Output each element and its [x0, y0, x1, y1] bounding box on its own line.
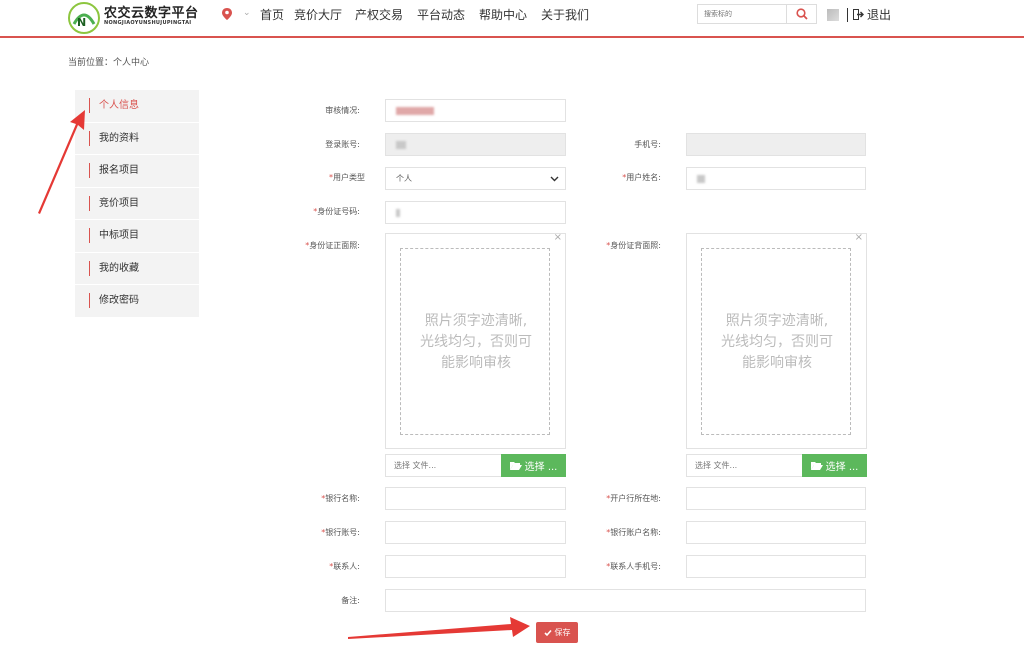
- search-button[interactable]: [786, 5, 816, 23]
- chevron-down-icon: [550, 176, 559, 182]
- sidebar-item-won-projects[interactable]: 中标项目: [75, 220, 199, 253]
- nav-platform-news[interactable]: 平台动态: [417, 6, 465, 23]
- choose-file-button[interactable]: 选择 ...: [501, 454, 566, 477]
- avatar[interactable]: [827, 9, 839, 21]
- close-icon[interactable]: ×: [554, 232, 562, 243]
- user-name-value: [697, 174, 705, 183]
- remark-input[interactable]: [385, 589, 866, 612]
- id-back-dropzone[interactable]: 照片须字迹清晰, 光线均匀，否则可 能影响审核: [701, 248, 851, 435]
- phone-field: [686, 133, 866, 156]
- login-account-label: 登录账号:: [325, 140, 360, 149]
- id-back-file-field: 选择 文件... 选择 ...: [686, 454, 867, 477]
- file-placeholder: 选择 文件...: [695, 461, 738, 470]
- login-account-field: [385, 133, 566, 156]
- sidebar: 个人信息 我的资料 报名项目 竞价项目 中标项目 我的收藏 修改密码: [75, 90, 199, 318]
- contact-label: *联系人:: [329, 562, 360, 571]
- user-type-value: 个人: [396, 174, 412, 183]
- contact-phone-input[interactable]: [686, 555, 866, 578]
- id-number-label: *身份证号码:: [313, 207, 360, 216]
- upload-hint: 照片须字迹清晰, 光线均匀，否则可 能影响审核: [420, 313, 532, 371]
- search-icon: [795, 8, 808, 20]
- user-name-label: *用户姓名:: [622, 173, 661, 182]
- bank-account-name-input[interactable]: [686, 521, 866, 544]
- chevron-down-icon[interactable]: ⌄: [243, 8, 251, 18]
- upload-hint: 照片须字迹清晰, 光线均匀，否则可 能影响审核: [721, 313, 833, 371]
- top-header: N 农交云数字平台 NONGJIAOYUNSHUJUPINGTAI ⌄ 首页 竞…: [0, 0, 1024, 38]
- search-box: [697, 4, 817, 24]
- nav-about-us[interactable]: 关于我们: [541, 6, 589, 23]
- audit-status-field: [385, 99, 566, 122]
- audit-status-label: 审核情况:: [325, 106, 360, 115]
- user-type-select[interactable]: 个人: [385, 167, 566, 190]
- folder-open-icon: [810, 461, 823, 470]
- sidebar-item-personal-info[interactable]: 个人信息: [75, 90, 199, 123]
- sidebar-item-favorites[interactable]: 我的收藏: [75, 252, 199, 285]
- check-icon: [543, 629, 552, 636]
- svg-text:N: N: [77, 16, 86, 29]
- logout-label: 退出: [867, 8, 892, 22]
- id-front-file-field: 选择 文件... 选择 ...: [385, 454, 566, 477]
- bank-location-label: *开户行所在地:: [606, 494, 661, 503]
- login-account-value: [396, 140, 406, 149]
- remark-label: 备注:: [341, 596, 360, 605]
- id-front-upload[interactable]: × 照片须字迹清晰, 光线均匀，否则可 能影响审核: [385, 232, 566, 449]
- contact-input[interactable]: [385, 555, 566, 578]
- id-number-value: [396, 208, 400, 217]
- file-placeholder: 选择 文件...: [394, 461, 437, 470]
- nav-home[interactable]: 首页: [260, 6, 284, 23]
- bank-account-name-label: *银行账户名称:: [606, 528, 661, 537]
- search-input[interactable]: [698, 5, 786, 23]
- user-name-input[interactable]: [686, 167, 866, 190]
- id-back-label: *身份证背面照:: [606, 241, 661, 250]
- header-divider: [847, 8, 848, 22]
- sidebar-item-registered-projects[interactable]: 报名项目: [75, 155, 199, 188]
- user-type-label: *用户类型: [329, 173, 365, 182]
- save-button[interactable]: 保存: [536, 622, 578, 643]
- close-icon[interactable]: ×: [855, 232, 863, 243]
- logout-icon: [853, 9, 864, 20]
- nav-help-center[interactable]: 帮助中心: [479, 6, 527, 23]
- logo-icon[interactable]: N: [68, 2, 100, 34]
- logo-subtitle: NONGJIAOYUNSHUJUPINGTAI: [104, 20, 192, 26]
- phone-label: 手机号:: [634, 140, 661, 149]
- id-front-dropzone[interactable]: 照片须字迹清晰, 光线均匀，否则可 能影响审核: [400, 248, 550, 435]
- breadcrumb: 当前位置：个人中心: [68, 58, 150, 68]
- id-front-label: *身份证正面照:: [305, 241, 360, 250]
- logo-title[interactable]: 农交云数字平台: [104, 2, 199, 21]
- logout-button[interactable]: 退出: [853, 6, 891, 23]
- sidebar-item-my-profile[interactable]: 我的资料: [75, 122, 199, 155]
- sidebar-item-bidding-projects[interactable]: 竞价项目: [75, 187, 199, 220]
- location-pin-icon[interactable]: [222, 8, 232, 20]
- folder-open-icon: [509, 461, 522, 470]
- annotation-arrow-save: [348, 617, 530, 639]
- bank-name-input[interactable]: [385, 487, 566, 510]
- choose-file-button[interactable]: 选择 ...: [802, 454, 867, 477]
- sidebar-item-change-password[interactable]: 修改密码: [75, 285, 199, 318]
- nav-property-trading[interactable]: 产权交易: [355, 6, 403, 23]
- id-number-input[interactable]: [385, 201, 566, 224]
- nav-bidding-hall[interactable]: 竞价大厅: [294, 6, 342, 23]
- contact-phone-label: *联系人手机号:: [606, 562, 661, 571]
- bank-account-input[interactable]: [385, 521, 566, 544]
- bank-location-input[interactable]: [686, 487, 866, 510]
- audit-status-value: [396, 106, 434, 115]
- bank-account-label: *银行账号:: [321, 528, 360, 537]
- bank-name-label: *银行名称:: [321, 494, 360, 503]
- id-back-upload[interactable]: × 照片须字迹清晰, 光线均匀，否则可 能影响审核: [686, 232, 867, 449]
